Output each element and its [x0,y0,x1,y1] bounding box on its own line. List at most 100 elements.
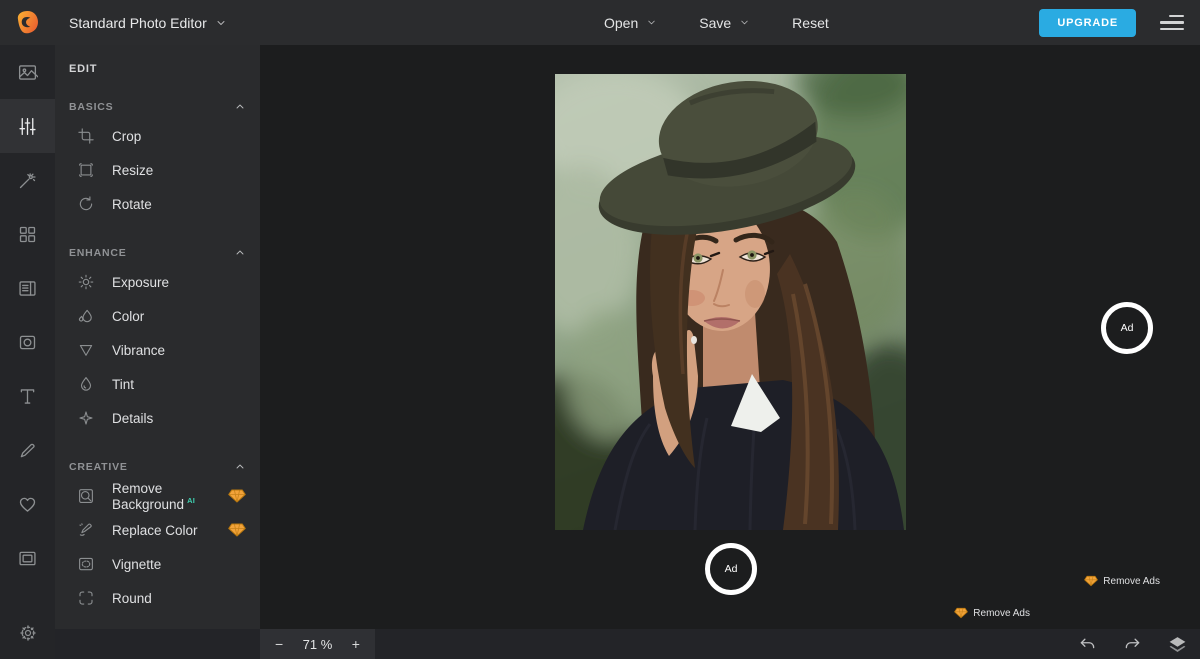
menu-item-label: Vignette [112,557,161,572]
photo-editor-app: Standard Photo Editor Open Save Reset UP… [0,0,1200,659]
save-menu-label: Save [699,15,731,31]
zoom-out-button[interactable]: − [275,637,283,651]
reset-menu[interactable]: Reset [792,15,829,31]
vignette-icon [77,555,95,573]
menu-item-resize[interactable]: Resize [55,153,260,187]
sliders-icon [17,116,38,137]
chevron-up-icon [234,461,246,473]
remove-background-icon [77,487,95,505]
panel-title: EDIT [69,63,260,75]
image-icon [17,62,38,83]
triangle-down-icon [77,341,95,359]
top-bar: Standard Photo Editor Open Save Reset UP… [0,0,1200,45]
layout-icon [17,278,38,299]
bottom-bar: − 71 % + [55,629,1200,659]
redo-icon[interactable] [1122,634,1143,655]
zoom-in-button[interactable]: + [352,637,360,651]
rail-item-favorites[interactable] [0,477,55,531]
gear-icon [18,623,38,643]
rail-item-elements[interactable] [0,207,55,261]
rotate-icon [77,195,95,213]
rail-item-adjust[interactable] [0,99,55,153]
heart-icon [17,494,38,515]
crop-icon [77,127,95,145]
ad-circle-right[interactable]: Ad [1101,302,1153,354]
menu-item-remove-background[interactable]: Remove BackgroundAI [55,479,260,513]
section-basics-header[interactable]: BASICS [69,101,246,113]
app-title-label: Standard Photo Editor [69,15,207,31]
menu-item-replace-color[interactable]: Replace Color [55,513,260,547]
tool-rail [0,45,55,659]
menu-item-label: Remove BackgroundAI [112,481,228,512]
menu-item-label: Rotate [112,197,152,212]
history-controls [1077,629,1188,659]
chevron-down-icon [739,17,750,28]
top-right-group: UPGRADE [1039,0,1186,45]
menu-item-tint[interactable]: Tint [55,367,260,401]
chevron-up-icon [234,101,246,113]
section-enhance-header[interactable]: ENHANCE [69,247,246,259]
zoom-level-value: 71 % [303,637,333,652]
rail-item-templates[interactable] [0,261,55,315]
rail-item-image[interactable] [0,45,55,99]
menu-item-details[interactable]: Details [55,401,260,435]
menu-item-label: Details [112,411,153,426]
menu-item-label: Color [112,309,144,324]
reset-menu-label: Reset [792,15,829,31]
chevron-up-icon [234,247,246,259]
rail-item-retouch[interactable] [0,153,55,207]
open-menu[interactable]: Open [604,15,657,31]
remove-ads-link[interactable]: Remove Ads [1084,575,1160,587]
section-label: BASICS [69,101,234,113]
menu-item-label: Vibrance [112,343,165,358]
rail-item-focus[interactable] [0,315,55,369]
round-corners-icon [77,589,95,607]
app-logo-icon[interactable] [14,9,41,36]
menu-item-vibrance[interactable]: Vibrance [55,333,260,367]
open-menu-label: Open [604,15,638,31]
undo-icon[interactable] [1077,634,1098,655]
premium-gem-icon [954,607,968,619]
menu-item-label: Tint [112,377,134,392]
zoom-controls: − 71 % + [260,629,375,659]
chevron-down-icon [215,17,227,29]
ad-circle-bottom[interactable]: Ad [705,543,757,595]
droplet-icon [77,375,95,393]
menu-item-label: Round [112,591,152,606]
menu-item-round[interactable]: Round [55,581,260,615]
top-menu-group: Open Save Reset [604,0,829,45]
droplets-icon [77,307,95,325]
menu-item-crop[interactable]: Crop [55,119,260,153]
premium-gem-icon [228,487,246,505]
remove-ads-label: Remove Ads [973,608,1030,619]
ad-label: Ad [725,563,738,575]
menu-item-label: Exposure [112,275,169,290]
remove-ads-link[interactable]: Remove Ads [954,607,1030,619]
hamburger-menu-icon[interactable] [1158,11,1186,35]
section-creative-header[interactable]: CREATIVE [69,461,246,473]
menu-item-rotate[interactable]: Rotate [55,187,260,221]
premium-gem-icon [1084,575,1098,587]
chevron-down-icon [646,17,657,28]
menu-item-label: Crop [112,129,141,144]
brush-icon [17,440,38,461]
app-title-menu[interactable]: Standard Photo Editor [69,15,227,31]
rail-item-draw[interactable] [0,423,55,477]
rail-item-text[interactable] [0,369,55,423]
menu-item-color[interactable]: Color [55,299,260,333]
sun-icon [77,273,95,291]
section-label: CREATIVE [69,461,234,473]
rail-item-frame[interactable] [0,531,55,585]
menu-item-vignette[interactable]: Vignette [55,547,260,581]
save-menu[interactable]: Save [699,15,750,31]
frame-icon [17,548,38,569]
menu-item-exposure[interactable]: Exposure [55,265,260,299]
section-label: ENHANCE [69,247,234,259]
rail-item-settings[interactable] [0,611,55,655]
upgrade-button[interactable]: UPGRADE [1039,9,1136,37]
circle-frame-icon [17,332,38,353]
premium-gem-icon [228,521,246,539]
layers-icon[interactable] [1167,634,1188,655]
resize-icon [77,161,95,179]
sparkle-icon [77,409,95,427]
